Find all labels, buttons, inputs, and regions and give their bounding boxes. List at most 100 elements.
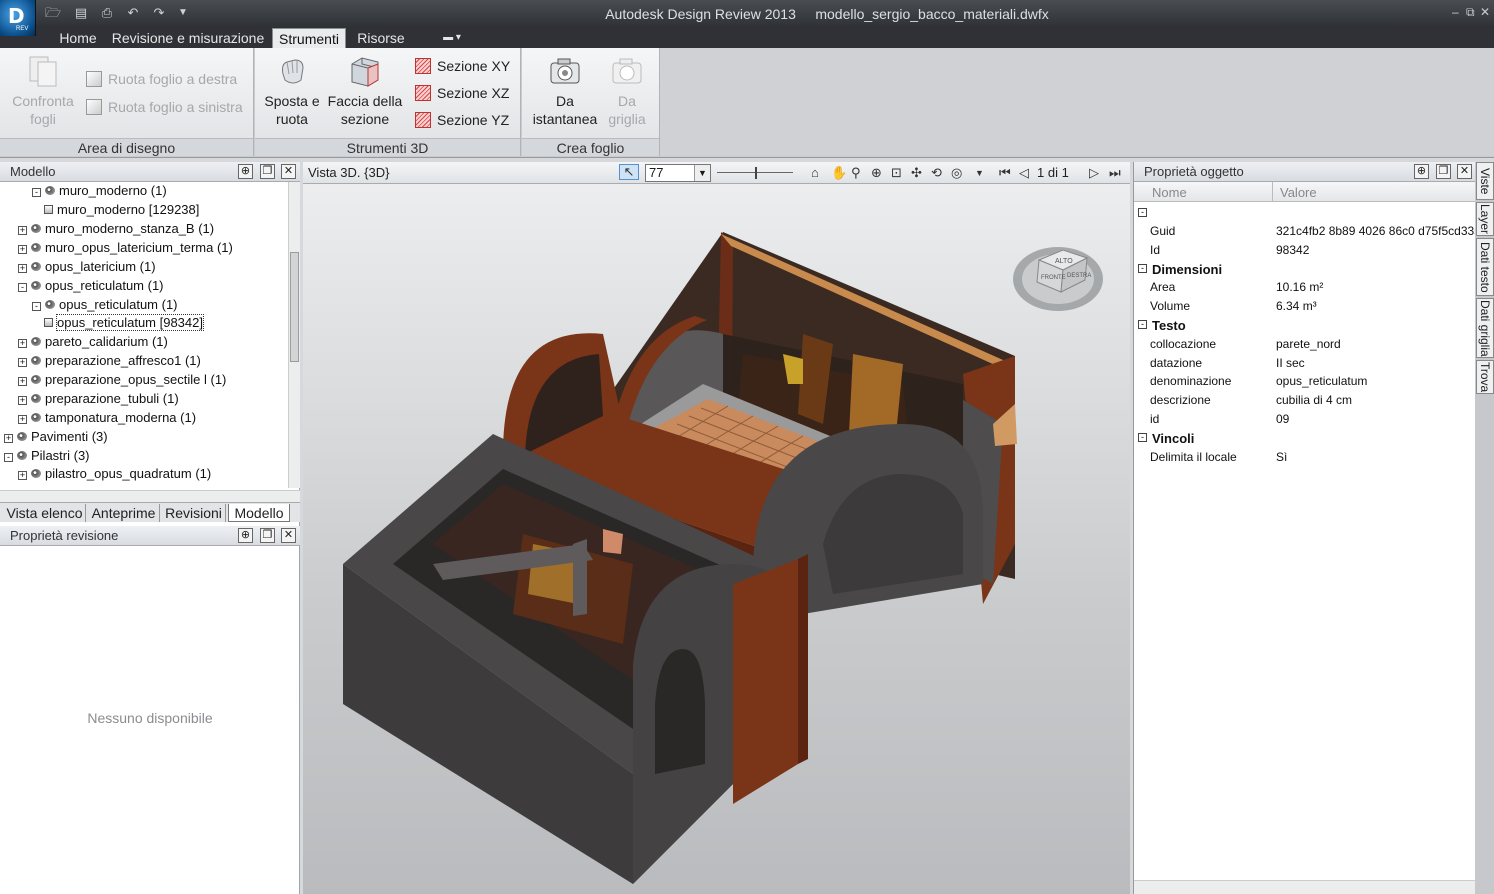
collapse-icon[interactable]: - [1138, 263, 1147, 273]
side-tab[interactable]: Layer [1476, 202, 1494, 236]
ruota-sinistra-button[interactable]: Ruota foglio a sinistra [86, 96, 243, 118]
next-page-icon[interactable]: ▷ [1089, 165, 1099, 181]
expand-icon[interactable]: + [4, 434, 13, 443]
tree-node[interactable]: - opus_reticulatum (1) [18, 277, 164, 295]
property-group[interactable]: - Vincoli [1134, 429, 1476, 448]
tab-revisioni[interactable]: Revisioni [162, 504, 226, 522]
col-nome[interactable]: Nome [1152, 185, 1187, 200]
tree-node[interactable]: + opus_latericium (1) [18, 258, 156, 276]
expand-icon[interactable]: + [18, 396, 27, 405]
3d-model-canvas[interactable]: ALTO FRONTE DESTRA [303, 184, 1130, 894]
da-istantanea-button[interactable]: Da istantanea [528, 54, 602, 128]
close-button[interactable]: ✕ [1480, 5, 1490, 19]
side-tab[interactable]: Dati griglia [1476, 298, 1494, 358]
zoom-slider-thumb[interactable] [755, 167, 757, 179]
scroll-thumb[interactable] [290, 252, 299, 362]
tab-revisione[interactable]: Revisione e misurazione [110, 28, 266, 48]
expand-icon[interactable]: + [18, 339, 27, 348]
walk-icon[interactable]: ◎ [951, 165, 962, 181]
collapse-icon[interactable]: - [32, 188, 41, 197]
property-row[interactable]: - [1134, 204, 1476, 223]
expand-icon[interactable]: + [18, 415, 27, 424]
select-cursor-icon[interactable]: ↖ [619, 164, 639, 180]
tree-node[interactable]: + preparazione_opus_sectile l (1) [18, 371, 226, 389]
ribbon-toggle-icon[interactable]: ▬ ▾ [432, 28, 472, 48]
first-page-icon[interactable]: ⏮ [999, 165, 1011, 181]
tab-risorse[interactable]: Risorse [352, 28, 410, 48]
tab-strumenti[interactable]: Strumenti [272, 28, 346, 48]
tree-node[interactable]: + pareto_calidarium (1) [18, 333, 168, 351]
restore-button[interactable]: ⧉ [1466, 5, 1475, 20]
pan-icon[interactable]: ✋ [831, 165, 847, 181]
property-row[interactable]: Guid 321c4fb2 8b89 4026 86c0 d75f5cd335 [1134, 222, 1481, 241]
tree-node[interactable]: + preparazione_tubuli (1) [18, 390, 179, 408]
faccia-sezione-button[interactable]: Faccia della sezione [327, 54, 403, 128]
collapse-icon[interactable]: - [18, 283, 27, 292]
tab-vista-elenco[interactable]: Vista elenco [4, 504, 86, 522]
col-valore[interactable]: Valore [1280, 185, 1317, 200]
application-menu-button[interactable]: D REV [0, 0, 36, 36]
property-row[interactable]: denominazione opus_reticulatum [1134, 372, 1476, 391]
zoom-icon[interactable]: ⚲ [851, 165, 861, 181]
da-griglia-button[interactable]: Da griglia [602, 54, 652, 128]
expand-icon[interactable]: + [18, 471, 27, 480]
side-tab[interactable]: Dati testo [1476, 238, 1494, 296]
float-icon[interactable]: ❐ [1436, 164, 1451, 179]
collapse-icon[interactable]: - [4, 453, 13, 462]
collapse-icon[interactable]: - [32, 302, 41, 311]
tree-node[interactable]: + preparazione_affresco1 (1) [18, 352, 201, 370]
pin-icon[interactable]: ⊕ [238, 164, 253, 179]
confronta-fogli-button[interactable]: Confronta fogli [8, 54, 78, 128]
properties-horizontal-scrollbar[interactable] [1134, 880, 1476, 894]
tree-node[interactable]: - muro_moderno (1) [32, 182, 167, 200]
minimize-button[interactable]: – [1452, 5, 1459, 19]
zoom-window-icon[interactable]: ⊕ [871, 165, 882, 181]
side-tab[interactable]: Trova [1476, 360, 1494, 394]
property-row[interactable]: Area 10.16 m² [1134, 278, 1476, 297]
home-icon[interactable]: ⌂ [811, 165, 819, 180]
tab-home[interactable]: Home [50, 28, 106, 48]
property-group[interactable]: - Testo [1134, 316, 1476, 335]
close-panel-icon[interactable]: ✕ [281, 528, 296, 543]
property-row[interactable]: datazione II sec [1134, 354, 1476, 373]
sezione-xz-button[interactable]: Sezione XZ [415, 82, 509, 104]
float-icon[interactable]: ❐ [260, 164, 275, 179]
sezione-xy-button[interactable]: Sezione XY [415, 55, 510, 77]
tree-node[interactable]: + tamponatura_moderna (1) [18, 409, 196, 427]
side-tab[interactable]: Viste [1476, 162, 1494, 200]
chevron-down-icon[interactable]: ▼ [694, 165, 710, 181]
expand-icon[interactable]: + [18, 358, 27, 367]
property-row[interactable]: collocazione parete_nord [1134, 335, 1476, 354]
close-panel-icon[interactable]: ✕ [281, 164, 296, 179]
tree-node[interactable]: + muro_opus_latericium_terma (1) [18, 239, 233, 257]
sposta-ruota-button[interactable]: Sposta e ruota [261, 54, 323, 128]
tree-horizontal-scrollbar[interactable] [0, 490, 300, 502]
last-page-icon[interactable]: ⏭ [1109, 165, 1121, 181]
tree-node[interactable]: + Pavimenti (3) [4, 428, 108, 446]
pin-icon[interactable]: ⊕ [1414, 164, 1429, 179]
property-row[interactable]: id 09 [1134, 410, 1476, 429]
nav-dropdown-icon[interactable]: ▼ [975, 168, 984, 178]
tab-modello[interactable]: Modello [228, 504, 290, 522]
expand-icon[interactable]: + [18, 264, 27, 273]
collapse-icon[interactable]: - [1138, 432, 1147, 442]
expand-icon[interactable]: + [18, 226, 27, 235]
orbit-icon[interactable]: ✣ [911, 165, 922, 181]
property-row[interactable]: Volume 6.34 m³ [1134, 297, 1476, 316]
column-divider[interactable] [1272, 182, 1273, 202]
sezione-yz-button[interactable]: Sezione YZ [415, 109, 509, 131]
tab-anteprime[interactable]: Anteprime [88, 504, 160, 522]
prev-page-icon[interactable]: ◁ [1019, 165, 1029, 181]
property-group[interactable]: - Dimensioni [1134, 260, 1476, 279]
tree-node[interactable]: - opus_reticulatum (1) [32, 296, 178, 314]
tree-node[interactable]: muro_moderno [129238] [44, 201, 199, 219]
tree-node[interactable]: + muro_moderno_stanza_B (1) [18, 220, 214, 238]
float-icon[interactable]: ❐ [260, 528, 275, 543]
collapse-icon[interactable]: - [1138, 208, 1147, 217]
pin-icon[interactable]: ⊕ [238, 528, 253, 543]
tree-vertical-scrollbar[interactable] [288, 182, 300, 488]
property-row[interactable]: Delimita il locale Sì [1134, 448, 1476, 467]
fit-icon[interactable]: ⊡ [891, 165, 902, 181]
ruota-destra-button[interactable]: Ruota foglio a destra [86, 68, 237, 90]
expand-icon[interactable]: + [18, 377, 27, 386]
